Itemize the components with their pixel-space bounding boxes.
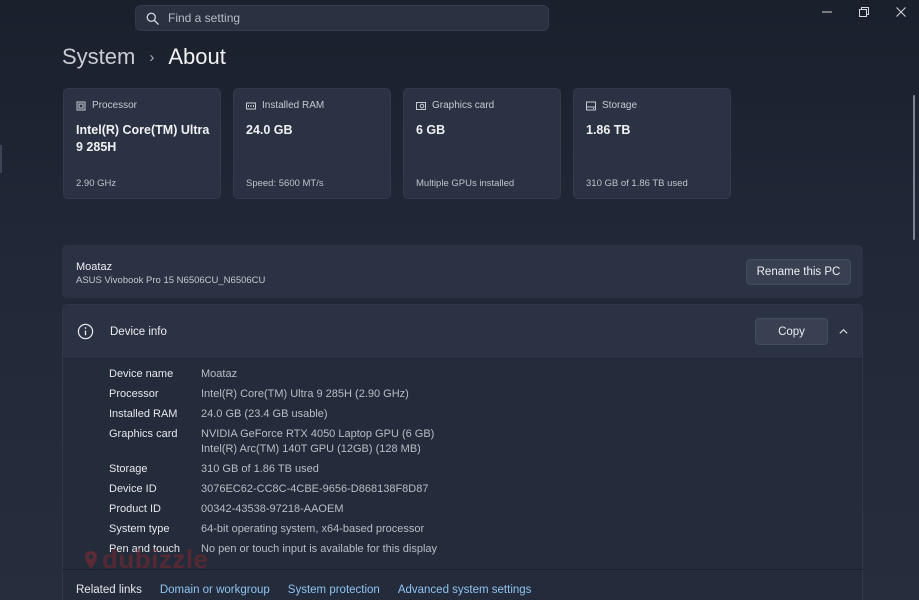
spec-label: Storage <box>109 463 148 475</box>
device-info-header[interactable]: Device info Copy <box>63 305 862 359</box>
spec-value: Intel(R) Core(TM) Ultra 9 285H (2.90 GHz… <box>201 388 409 400</box>
breadcrumb-system[interactable]: System <box>62 44 135 70</box>
card-detail: 310 GB of 1.86 TB used <box>586 178 688 189</box>
rename-pc-button[interactable]: Rename this PC <box>746 259 851 285</box>
left-edge-indicator <box>0 145 2 173</box>
search-input[interactable] <box>168 11 528 25</box>
watermark-text: dubizzle <box>102 544 209 574</box>
domain-workgroup-link[interactable]: Domain or workgroup <box>160 584 270 596</box>
related-links: Related links Domain or workgroup System… <box>76 584 549 596</box>
restore-icon <box>858 7 869 17</box>
copy-button[interactable]: Copy <box>755 318 828 345</box>
card-detail: Multiple GPUs installed <box>416 178 515 189</box>
spec-row: Product ID 00342-43538-97218-AAOEM <box>109 502 437 517</box>
minimize-icon <box>821 11 832 13</box>
gpu-secondary: Intel(R) Arc(TM) 140T GPU (12GB) (128 MB… <box>201 443 421 455</box>
processor-icon <box>76 101 86 110</box>
spec-label: Device name <box>109 368 174 380</box>
spec-label: Product ID <box>109 503 161 515</box>
spec-row: Storage 310 GB of 1.86 TB used <box>109 462 437 477</box>
card-value: 6 GB <box>416 123 446 137</box>
system-protection-link[interactable]: System protection <box>288 584 380 596</box>
card-value: 24.0 GB <box>246 123 293 137</box>
spec-row: Processor Intel(R) Core(TM) Ultra 9 285H… <box>109 387 437 402</box>
spec-label: Graphics card <box>109 428 178 440</box>
info-icon <box>77 323 94 340</box>
scrollbar[interactable] <box>913 95 915 240</box>
window-controls <box>808 0 919 24</box>
spec-value: 00342-43538-97218-AAOEM <box>201 503 344 515</box>
close-icon <box>895 7 906 17</box>
search-icon <box>146 12 159 25</box>
storage-icon <box>586 101 596 110</box>
device-spec-table: Device name Moataz Processor Intel(R) Co… <box>109 367 437 562</box>
maximize-button[interactable] <box>845 0 882 24</box>
breadcrumb: System › About <box>62 44 226 70</box>
breadcrumb-separator-icon: › <box>149 48 155 66</box>
spec-value: 310 GB of 1.86 TB used <box>201 463 319 475</box>
chevron-up-icon[interactable] <box>838 326 849 337</box>
spec-row: Graphics card NVIDIA GeForce RTX 4050 La… <box>109 427 437 457</box>
card-label: Processor <box>92 100 138 111</box>
spec-value: 3076EC62-CC8C-4CBE-9656-D868138F8D87 <box>201 483 429 495</box>
pc-name: Moataz <box>76 261 113 273</box>
card-value: Intel(R) Core(TM) Ultra 9 285H <box>76 123 210 154</box>
spec-label: System type <box>109 523 170 535</box>
minimize-button[interactable] <box>808 0 845 24</box>
close-button[interactable] <box>882 0 919 24</box>
spec-value: 24.0 GB (23.4 GB usable) <box>201 408 328 420</box>
spec-value: Moataz <box>201 368 238 380</box>
location-pin-icon <box>85 550 97 569</box>
pc-name-row: Moataz ASUS Vivobook Pro 15 N6506CU_N650… <box>62 245 863 298</box>
storage-card: Storage 1.86 TB 310 GB of 1.86 TB used <box>573 88 731 199</box>
graphics-card-card: Graphics card 6 GB Multiple GPUs install… <box>403 88 561 199</box>
spec-row: Installed RAM 24.0 GB (23.4 GB usable) <box>109 407 437 422</box>
ram-icon <box>246 102 256 109</box>
card-label: Installed RAM <box>262 100 325 111</box>
ram-card: Installed RAM 24.0 GB Speed: 5600 MT/s <box>233 88 391 199</box>
pc-model: ASUS Vivobook Pro 15 N6506CU_N6506CU <box>76 275 266 286</box>
gpu-primary: NVIDIA GeForce RTX 4050 Laptop GPU (6 GB… <box>201 428 435 440</box>
page-title: About <box>168 44 226 69</box>
search-box[interactable] <box>135 5 549 31</box>
spec-label: Installed RAM <box>109 408 178 420</box>
spec-row: Device ID 3076EC62-CC8C-4CBE-9656-D86813… <box>109 482 437 497</box>
card-label: Storage <box>602 100 638 111</box>
spec-value: NVIDIA GeForce RTX 4050 Laptop GPU (6 GB… <box>201 427 434 457</box>
spec-row: Device name Moataz <box>109 367 437 382</box>
spec-label: Device ID <box>109 483 157 495</box>
spec-value: 64-bit operating system, x64-based proce… <box>201 523 425 535</box>
spec-value: No pen or touch input is available for t… <box>201 543 438 555</box>
graphics-card-icon <box>416 101 426 110</box>
processor-card: Processor Intel(R) Core(TM) Ultra 9 285H… <box>63 88 221 199</box>
related-links-title: Related links <box>76 584 142 596</box>
card-detail: 2.90 GHz <box>76 178 117 189</box>
spec-label: Processor <box>109 388 159 400</box>
card-detail: Speed: 5600 MT/s <box>246 178 324 189</box>
advanced-system-settings-link[interactable]: Advanced system settings <box>398 584 532 596</box>
card-label: Graphics card <box>432 100 495 111</box>
card-value: 1.86 TB <box>586 123 631 137</box>
device-info-title: Device info <box>110 326 167 338</box>
spec-row: System type 64-bit operating system, x64… <box>109 522 437 537</box>
watermark-logo: dubizzle <box>84 544 209 575</box>
